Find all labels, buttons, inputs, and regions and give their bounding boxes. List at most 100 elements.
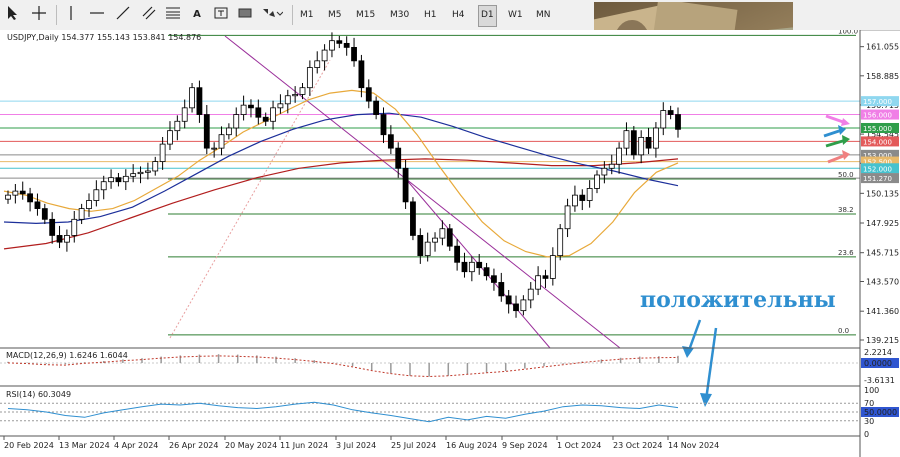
annotation-word: положительны xyxy=(640,287,836,313)
timeframe-h1[interactable]: H1 xyxy=(422,5,439,25)
candle-body xyxy=(498,282,505,297)
candle-body xyxy=(159,143,166,162)
candle-body xyxy=(218,134,225,149)
date-tick-label: 1 Oct 2024 xyxy=(557,441,601,450)
candle-body xyxy=(572,194,578,207)
candle-body xyxy=(306,67,313,89)
price-level-tag-text: 151.270 xyxy=(863,175,892,183)
candle-body xyxy=(240,104,247,115)
candle-body xyxy=(292,94,299,97)
price-level-tag-text: 156.000 xyxy=(863,112,892,120)
candle-body xyxy=(535,275,542,290)
date-tick-label: 3 Jul 2024 xyxy=(336,441,376,450)
macd-panel: MACD(12,26,9) 1.6246 1.6044 2.2214 0.0000… xyxy=(0,347,899,385)
timeframe-d1[interactable]: D1 xyxy=(478,5,497,27)
rectangle-tool-icon[interactable] xyxy=(236,5,254,25)
date-tick-label: 20 Feb 2024 xyxy=(4,441,54,450)
price-tick-label: 139.215 xyxy=(866,336,899,345)
fib-level-label: 100.0 xyxy=(838,30,858,35)
horizontal-line-tool-icon[interactable] xyxy=(88,5,106,25)
date-tick-label: 14 Nov 2024 xyxy=(668,441,719,450)
candle-body xyxy=(181,107,188,122)
time-axis: 20 Feb 2024 13 Mar 2024 4 Apr 2024 26 Apr 2… xyxy=(0,435,860,450)
rsi-tick-label: 0 xyxy=(864,430,869,439)
date-tick-label: 23 Oct 2024 xyxy=(613,441,662,450)
candle-body xyxy=(314,60,321,68)
candle-body xyxy=(468,261,475,273)
candle-body xyxy=(196,87,203,115)
trendline-tool-icon[interactable] xyxy=(114,5,132,25)
candle-body xyxy=(211,147,218,150)
timeframe-mn[interactable]: MN xyxy=(534,5,553,25)
fib-level-label: 23.6 xyxy=(838,249,854,257)
price-tick-label: 143.570 xyxy=(866,278,899,287)
timeframe-m1[interactable]: M1 xyxy=(298,5,316,25)
candle-body xyxy=(56,235,63,243)
candle-body xyxy=(152,161,159,172)
text-tool-button[interactable]: A xyxy=(188,5,206,25)
candle-body xyxy=(675,114,681,130)
candle-body xyxy=(417,235,424,256)
candle-body xyxy=(115,177,122,183)
vertical-line-tool-icon[interactable] xyxy=(62,5,80,25)
rsi-tick-label: 70 xyxy=(864,399,874,408)
candle-body xyxy=(461,261,468,273)
candle-body xyxy=(167,130,173,145)
candle-body xyxy=(248,104,254,109)
candle-body xyxy=(446,228,453,247)
candle-body xyxy=(108,177,114,183)
usdjpy-daily-chart[interactable]: 100.050.038.223.60.0 161.055158.885156.7… xyxy=(0,30,900,457)
macd-tick-label: -3.6131 xyxy=(864,376,895,385)
candle-body xyxy=(93,189,100,201)
price-tick-label: 158.885 xyxy=(866,72,899,81)
candle-body xyxy=(137,171,144,175)
candle-body xyxy=(34,201,41,209)
candle-body xyxy=(189,87,195,109)
price-tick-label: 150.135 xyxy=(866,189,899,198)
price-level-tag-text: 155.000 xyxy=(863,125,892,133)
candle-body xyxy=(329,40,335,51)
price-tick-label: 161.055 xyxy=(866,43,899,52)
price-tick-label: 147.925 xyxy=(866,219,899,228)
channel-tool-icon[interactable] xyxy=(140,5,158,25)
timeframe-h4[interactable]: H4 xyxy=(450,5,467,25)
date-tick-label: 13 Mar 2024 xyxy=(59,441,110,450)
candle-body xyxy=(387,134,394,149)
text-label-tool-icon[interactable] xyxy=(212,5,230,25)
candle-body xyxy=(144,170,151,173)
fibonacci-tool-icon[interactable] xyxy=(164,5,182,25)
date-tick-label: 9 Sep 2024 xyxy=(502,441,548,450)
candle-body xyxy=(86,200,92,209)
date-tick-label: 16 Aug 2024 xyxy=(446,441,497,450)
candle-body xyxy=(78,208,85,220)
cursor-tool-icon[interactable] xyxy=(4,5,22,25)
macd-tick-label: 2.2214 xyxy=(864,348,892,357)
price-level-tag-text: 154.000 xyxy=(863,138,892,146)
candle-body xyxy=(100,181,107,191)
timeframe-w1[interactable]: W1 xyxy=(506,5,525,25)
candle-body xyxy=(653,127,659,149)
candle-body xyxy=(608,163,615,169)
candle-body xyxy=(410,201,416,236)
rsi-tick-label: 100 xyxy=(864,386,879,395)
candle-body xyxy=(373,100,380,115)
timeframe-m5[interactable]: M5 xyxy=(326,5,344,25)
candle-body xyxy=(380,114,387,136)
candle-body xyxy=(262,116,269,122)
candle-body xyxy=(351,47,357,62)
candle-body xyxy=(270,107,276,122)
candle-body xyxy=(19,190,26,195)
shapes-menu-icon[interactable] xyxy=(260,5,284,25)
candle-body xyxy=(549,255,556,279)
timeframe-m30[interactable]: M30 xyxy=(388,5,411,25)
timeframe-m15[interactable]: M15 xyxy=(354,5,377,25)
rsi-tick-label: 30 xyxy=(864,417,874,426)
candle-body xyxy=(12,190,19,196)
candle-body xyxy=(594,174,600,189)
rsi-label: RSI(14) 60.3049 xyxy=(6,390,71,399)
crosshair-tool-icon[interactable] xyxy=(30,5,48,25)
candle-body xyxy=(432,237,438,243)
candle-body xyxy=(527,288,534,301)
candle-body xyxy=(564,205,571,230)
candle-body xyxy=(5,194,11,200)
